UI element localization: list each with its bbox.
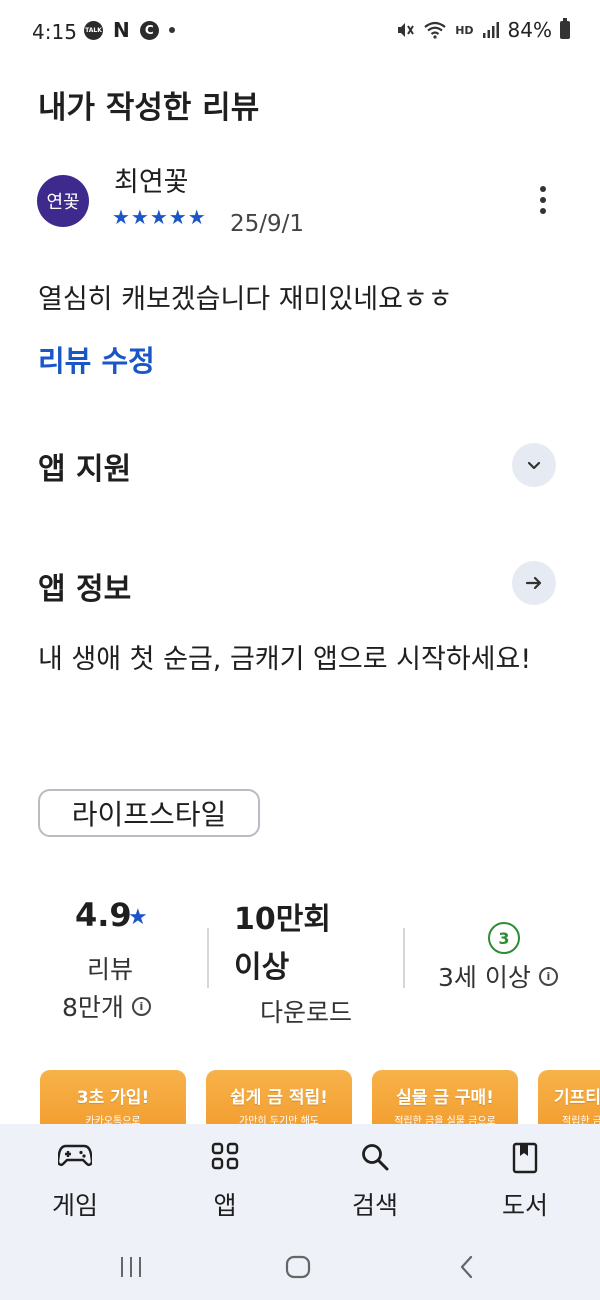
rating-star-icon: ★ (128, 905, 148, 930)
nav-item-books[interactable]: 도서 (465, 1124, 585, 1234)
app-info-heading[interactable]: 앱 정보 (38, 564, 131, 608)
downloads-value: 10만회 이상 (234, 896, 331, 992)
search-icon (362, 1144, 389, 1171)
rating-value: 4.9 (75, 896, 132, 934)
screenshot-title: 쉽게 금 적립! (230, 1088, 328, 1108)
signal-icon (482, 22, 499, 38)
app-support-heading[interactable]: 앱 지원 (38, 444, 131, 488)
chevron-down-icon (527, 461, 541, 470)
battery-icon (560, 18, 570, 39)
reviews-label: 리뷰 (86, 955, 133, 984)
mute-icon (398, 23, 415, 37)
age-rating-row[interactable]: 3세 이상 i (438, 958, 558, 994)
downloads-value-line1: 10만회 (234, 902, 331, 937)
divider (403, 928, 405, 988)
info-icon: i (538, 966, 558, 986)
avatar: 연꽃 (37, 175, 89, 227)
more-dot-icon (540, 208, 546, 214)
age-rating-icon: 3 (488, 922, 520, 954)
recent-apps-icon[interactable] (118, 1254, 144, 1280)
wifi-icon (424, 21, 446, 39)
info-icon: i (131, 996, 151, 1016)
naver-icon: N (113, 18, 130, 42)
reviewer-name: 최연꽃 (114, 167, 189, 198)
nav-label: 도서 (501, 1191, 548, 1220)
screenshot-title: 실물 금 구매! (396, 1088, 494, 1108)
apps-grid-icon (211, 1142, 239, 1170)
divider (207, 928, 209, 988)
reviews-count: 8만개 (62, 993, 124, 1022)
gamepad-icon (58, 1144, 92, 1166)
review-date: 25/9/1 (230, 211, 305, 237)
bottom-nav: 게임 앱 검색 도서 (0, 1124, 600, 1300)
app-info-arrow-button[interactable] (512, 561, 556, 605)
expand-app-support-button[interactable] (512, 443, 556, 487)
system-status-icons: HD 84% (395, 18, 570, 42)
more-dot-icon (540, 197, 546, 203)
back-icon[interactable] (455, 1254, 479, 1280)
arrow-right-icon (525, 576, 542, 590)
nav-item-search[interactable]: 검색 (315, 1124, 435, 1234)
downloads-value-line2: 이상 (234, 950, 290, 985)
age-rating-label: 3세 이상 (438, 963, 531, 992)
screenshot-title: 3초 가입! (76, 1088, 150, 1108)
category-chip[interactable]: 라이프스타일 (38, 789, 260, 837)
nav-label: 검색 (351, 1191, 398, 1220)
c-icon: C (139, 20, 159, 40)
star-rating: ★★★★★ (112, 205, 207, 229)
edit-review-link[interactable]: 리뷰 수정 (38, 338, 155, 380)
screenshot-title: 기프티 (554, 1088, 600, 1108)
page-title: 내가 작성한 리뷰 (38, 90, 260, 126)
more-dot-icon (540, 186, 546, 192)
status-time: 4:15 (32, 20, 77, 44)
nav-item-apps[interactable]: 앱 (165, 1124, 285, 1234)
notification-icons: TALK N C (84, 20, 175, 40)
battery-percent: 84% (507, 18, 552, 42)
review-text: 열심히 캐보겠습니다 재미있네요ㅎㅎ (38, 284, 453, 315)
downloads-label: 다운로드 (260, 998, 353, 1027)
dot-icon (168, 27, 175, 33)
nav-label: 앱 (213, 1191, 237, 1220)
book-icon (512, 1142, 538, 1174)
home-icon[interactable] (285, 1254, 311, 1280)
nav-item-games[interactable]: 게임 (15, 1124, 135, 1234)
nav-label: 게임 (51, 1191, 98, 1220)
system-nav-bar (0, 1234, 600, 1300)
kakaotalk-icon: TALK (84, 20, 103, 40)
app-description: 내 생애 첫 순금, 금캐기 앱으로 시작하세요! (38, 644, 532, 675)
reviews-count-row[interactable]: 8만개 i (62, 988, 151, 1024)
more-options-button[interactable] (530, 180, 556, 220)
status-bar: 4:15 TALK N C HD 84% (0, 0, 600, 64)
hd-voice-icon: HD (455, 23, 474, 37)
